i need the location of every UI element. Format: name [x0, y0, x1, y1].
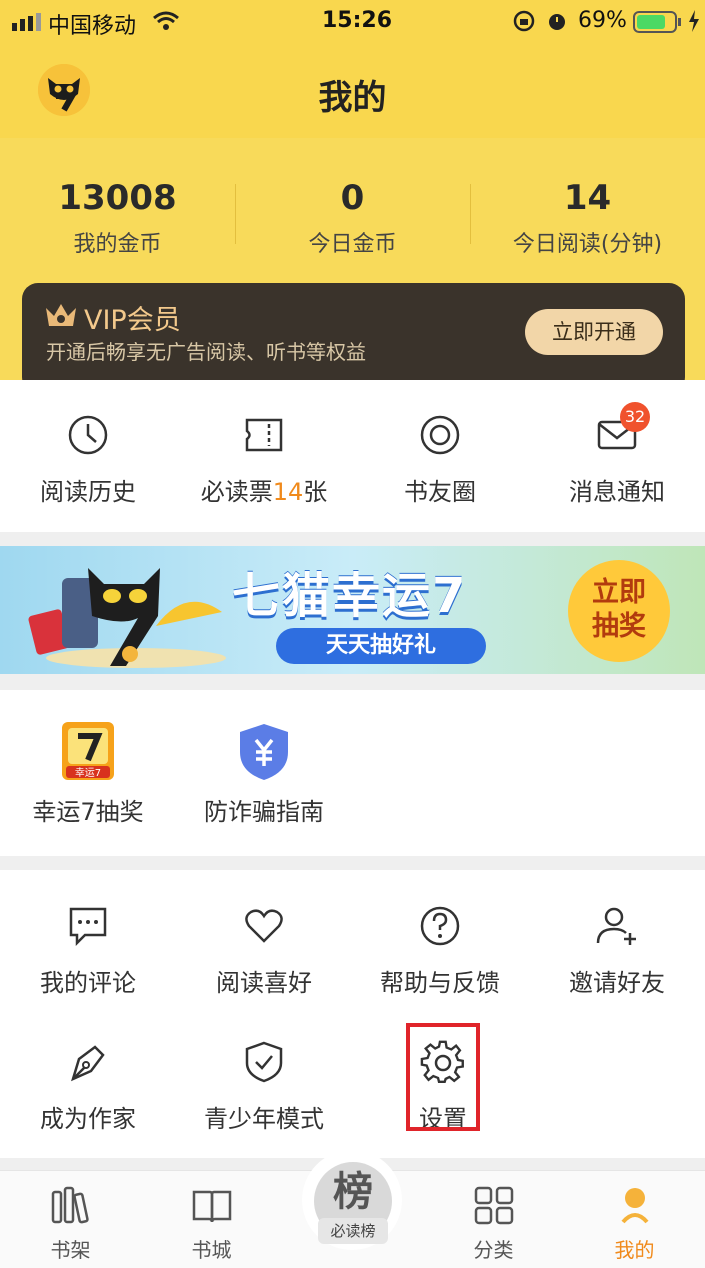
alarm-icon	[546, 10, 568, 38]
comment-icon	[65, 903, 111, 949]
vip-title: VIP会员	[84, 305, 181, 336]
activity-label: 幸运7抽奖	[32, 798, 144, 826]
orientation-lock-icon	[512, 10, 536, 38]
settings-highlight-box	[406, 1023, 480, 1131]
my-comments-button[interactable]: 我的评论	[0, 903, 176, 998]
tab-label: 必读榜	[318, 1218, 388, 1244]
tab-label: 书城	[191, 1238, 232, 1262]
tab-category[interactable]: 分类	[423, 1186, 564, 1263]
charging-icon	[688, 10, 700, 38]
svg-text:幸运7: 幸运7	[75, 767, 101, 779]
banner-cat-illustration	[26, 556, 226, 674]
stat-today-reading[interactable]: 14 今日阅读(分钟)	[470, 178, 705, 258]
tool-label: 帮助与反馈	[380, 969, 500, 997]
stat-value: 0	[340, 178, 365, 218]
teen-mode-button[interactable]: 青少年模式	[176, 1039, 352, 1134]
signal-icon	[12, 12, 42, 37]
tool-label: 成为作家	[40, 1105, 136, 1133]
stat-label: 今日阅读(分钟)	[512, 232, 663, 257]
tab-label: 书架	[50, 1238, 91, 1262]
tab-bookshelf[interactable]: 书架	[0, 1186, 141, 1263]
shield-check-icon	[241, 1039, 287, 1085]
notification-badge: 32	[620, 402, 650, 432]
become-writer-button[interactable]: 成为作家	[0, 1039, 176, 1134]
reading-preference-button[interactable]: 阅读喜好	[176, 903, 352, 998]
battery-icon	[633, 11, 683, 39]
stat-label: 我的金币	[73, 232, 162, 257]
lucky7-lottery-button[interactable]: 幸运7 幸运7抽奖	[0, 720, 176, 827]
quick-label: 阅读历史	[40, 478, 136, 506]
heart-icon	[241, 903, 287, 949]
tool-label: 我的评论	[40, 969, 136, 997]
carrier-label: 中国移动	[48, 14, 137, 39]
banner-title: 七猫幸运7	[232, 568, 468, 624]
rank-icon: 榜	[333, 1169, 373, 1215]
tab-must-read-rank[interactable]: 榜 必读榜	[314, 1162, 392, 1244]
invite-friends-button[interactable]: 邀请好友	[529, 903, 705, 998]
ticket-icon	[241, 412, 287, 458]
must-read-ticket-button[interactable]: 必读票14张	[176, 412, 352, 507]
help-feedback-button[interactable]: 帮助与反馈	[352, 903, 528, 998]
status-bar: 中国移动 15:26 69%	[0, 0, 705, 42]
lottery-button-line2: 抽奖	[592, 611, 646, 642]
circle-icon	[417, 412, 463, 458]
stat-my-coins[interactable]: 13008 我的金币	[0, 178, 235, 258]
message-notification-button[interactable]: 消息通知	[529, 412, 705, 507]
pen-icon	[65, 1039, 111, 1085]
lottery-now-button[interactable]: 立即 抽奖	[568, 560, 670, 662]
add-user-icon	[594, 903, 640, 949]
crown-icon	[44, 300, 78, 332]
quick-label: 消息通知	[569, 478, 665, 506]
banner-subtitle: 天天抽好礼	[276, 628, 486, 664]
clock-time: 15:26	[322, 8, 393, 33]
stat-value: 13008	[58, 178, 177, 218]
stat-label: 今日金币	[308, 232, 397, 257]
lottery-button-line1: 立即	[592, 577, 646, 608]
book-friends-button[interactable]: 书友圈	[352, 412, 528, 507]
activity-label: 防诈骗指南	[204, 798, 324, 826]
battery-percent: 69%	[578, 8, 627, 33]
clock-icon	[65, 412, 111, 458]
wifi-icon	[152, 10, 180, 38]
tab-label: 分类	[473, 1238, 514, 1262]
help-icon	[417, 903, 463, 949]
shield-yen-icon	[236, 722, 292, 782]
vip-open-button[interactable]: 立即开通	[525, 309, 663, 355]
stat-value: 14	[563, 178, 612, 218]
page-title: 我的	[318, 78, 387, 118]
tool-label: 阅读喜好	[216, 969, 312, 997]
tool-label: 青少年模式	[204, 1105, 324, 1133]
tab-label: 我的	[614, 1238, 655, 1262]
tool-label: 邀请好友	[569, 969, 665, 997]
stat-today-coins[interactable]: 0 今日金币	[235, 178, 470, 258]
vip-subtitle: 开通后畅享无广告阅读、听书等权益	[46, 340, 366, 364]
lucky7-icon: 幸运7	[58, 720, 118, 782]
quick-label: 必读票14张	[200, 478, 328, 506]
grid-icon	[423, 1186, 564, 1230]
book-icon	[141, 1186, 282, 1230]
tab-me[interactable]: 我的	[564, 1186, 705, 1263]
tab-bookstore[interactable]: 书城	[141, 1186, 282, 1263]
bookshelf-icon	[0, 1186, 141, 1230]
reading-history-button[interactable]: 阅读历史	[0, 412, 176, 507]
me-icon	[564, 1186, 705, 1230]
quick-label: 书友圈	[404, 478, 476, 506]
anti-fraud-guide-button[interactable]: 防诈骗指南	[176, 722, 352, 827]
